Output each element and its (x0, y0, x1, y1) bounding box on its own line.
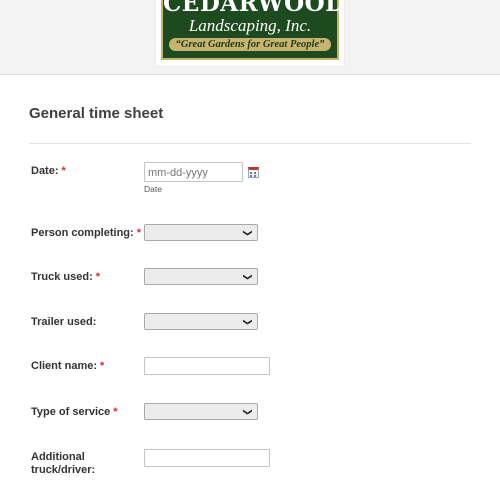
person-completing-label: Person completing: * (31, 227, 141, 239)
trailer-used-label: Trailer used: (31, 316, 97, 328)
chevron-down-icon: ❯ (243, 229, 254, 237)
required-marker: * (136, 227, 141, 239)
client-name-label: Client name: * (31, 360, 105, 372)
logo-subtitle: Landscaping, Inc. (188, 16, 312, 35)
form-title: General time sheet (29, 105, 164, 122)
required-marker: * (113, 406, 118, 418)
company-logo: CEDARWOOD Landscaping, Inc. “Great Garde… (156, 0, 346, 66)
chevron-down-icon: ❯ (243, 318, 254, 326)
date-sublabel: Date (144, 184, 162, 194)
chevron-down-icon: ❯ (243, 273, 254, 281)
calendar-icon[interactable] (248, 167, 259, 178)
trailer-used-select[interactable]: ❯ (144, 313, 258, 330)
chevron-down-icon: ❯ (243, 408, 254, 416)
person-completing-select[interactable]: ❯ (144, 224, 258, 241)
additional-truck-driver-label: Additional truck/driver: (31, 451, 96, 476)
required-marker: * (95, 271, 101, 283)
client-name-input[interactable] (144, 357, 270, 375)
divider (29, 143, 471, 144)
additional-truck-driver-input[interactable] (144, 449, 270, 467)
logo-tagline: “Great Gardens for Great People” (169, 38, 331, 51)
required-marker: * (61, 165, 66, 177)
logo-title: CEDARWOOD (163, 0, 346, 17)
type-of-service-label: Type of service * (31, 406, 118, 418)
header-band: CEDARWOOD Landscaping, Inc. “Great Garde… (0, 0, 500, 75)
required-marker: * (100, 360, 105, 372)
date-label: Date: * (31, 165, 66, 177)
truck-used-label: Truck used: * (31, 271, 101, 283)
date-input[interactable] (144, 162, 243, 182)
truck-used-select[interactable]: ❯ (144, 268, 258, 285)
type-of-service-select[interactable]: ❯ (144, 403, 258, 420)
